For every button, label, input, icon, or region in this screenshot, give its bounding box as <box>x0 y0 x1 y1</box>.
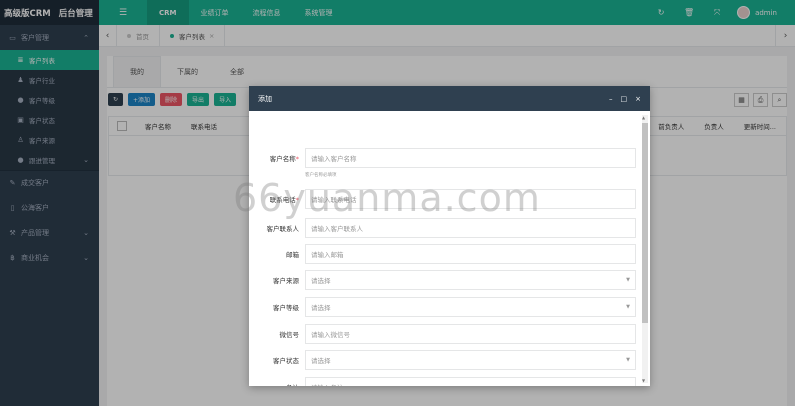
caret-down-icon: ▼ <box>626 357 630 363</box>
select-value: 请选择 <box>311 357 331 365</box>
select-value: 请选择 <box>311 277 331 285</box>
scroll-up-icon[interactable]: ▲ <box>642 115 645 120</box>
close-icon[interactable]: × <box>635 95 641 103</box>
caret-down-icon: ▼ <box>626 304 630 310</box>
dialog-body: 客户名称* 请输入客户名称 客户名称必填项 联系电话* 请输入联系电话 客户联系… <box>249 111 650 386</box>
field-label: 客户联系人 <box>249 223 300 233</box>
scrollbar-thumb[interactable] <box>642 123 648 323</box>
field-label-text: 备注 <box>286 384 299 386</box>
field-label-text: 客户状态 <box>273 357 299 365</box>
field-status: 客户状态 请选择 ▼ <box>249 350 639 370</box>
field-label: 客户状态 <box>249 355 299 365</box>
remark-textarea[interactable]: 请输入备注 <box>305 377 636 386</box>
field-label: 微信号 <box>249 329 300 339</box>
scroll-down-icon[interactable]: ▼ <box>642 378 645 383</box>
field-wechat: 微信号 请输入微信号 <box>249 324 639 344</box>
dialog-header: 添加 – □ × <box>249 86 650 111</box>
field-remark: 备注 请输入备注 <box>249 377 639 386</box>
field-label: 客户名称* <box>249 153 299 163</box>
email-input[interactable]: 请输入邮箱 <box>305 244 636 264</box>
field-label-text: 客户联系人 <box>266 225 300 233</box>
field-level: 客户等级 请选择 ▼ <box>249 297 639 317</box>
field-label-text: 邮箱 <box>286 251 299 259</box>
minimize-icon[interactable]: – <box>609 95 613 103</box>
dialog-title: 添加 <box>258 94 272 103</box>
caret-down-icon: ▼ <box>626 277 630 283</box>
field-email: 邮箱 请输入邮箱 <box>249 244 639 264</box>
field-label: 客户来源 <box>249 275 299 285</box>
field-label-text: 微信号 <box>279 331 300 339</box>
field-contact: 客户联系人 请输入客户联系人 <box>249 218 639 238</box>
field-source: 客户来源 请选择 ▼ <box>249 270 639 290</box>
wechat-input[interactable]: 请输入微信号 <box>305 324 636 344</box>
required-mark: * <box>295 155 299 163</box>
field-label: 客户等级 <box>249 302 299 312</box>
level-select[interactable]: 请选择 ▼ <box>305 297 636 317</box>
watermark: 66yuanma.com <box>233 176 541 220</box>
field-customer-name: 客户名称* 请输入客户名称 <box>249 148 639 168</box>
select-value: 请选择 <box>311 304 331 312</box>
contact-input[interactable]: 请输入客户联系人 <box>305 218 636 238</box>
status-select[interactable]: 请选择 ▼ <box>305 350 636 370</box>
field-label-text: 客户名称 <box>269 155 296 163</box>
add-customer-dialog: 添加 – □ × 客户名称* 请输入客户名称 客户名称必填项 联系电话* 请输入… <box>249 86 650 386</box>
dialog-scrollbar[interactable]: ▲ ▼ <box>642 115 648 383</box>
source-select[interactable]: 请选择 ▼ <box>305 270 636 290</box>
field-label: 备注 <box>249 382 299 386</box>
field-label-text: 客户来源 <box>273 277 299 285</box>
field-label: 邮箱 <box>249 249 299 259</box>
maximize-icon[interactable]: □ <box>621 95 628 103</box>
customer-name-input[interactable]: 请输入客户名称 <box>305 148 636 168</box>
dialog-controls: – □ × <box>609 95 641 103</box>
field-label-text: 客户等级 <box>273 304 299 312</box>
